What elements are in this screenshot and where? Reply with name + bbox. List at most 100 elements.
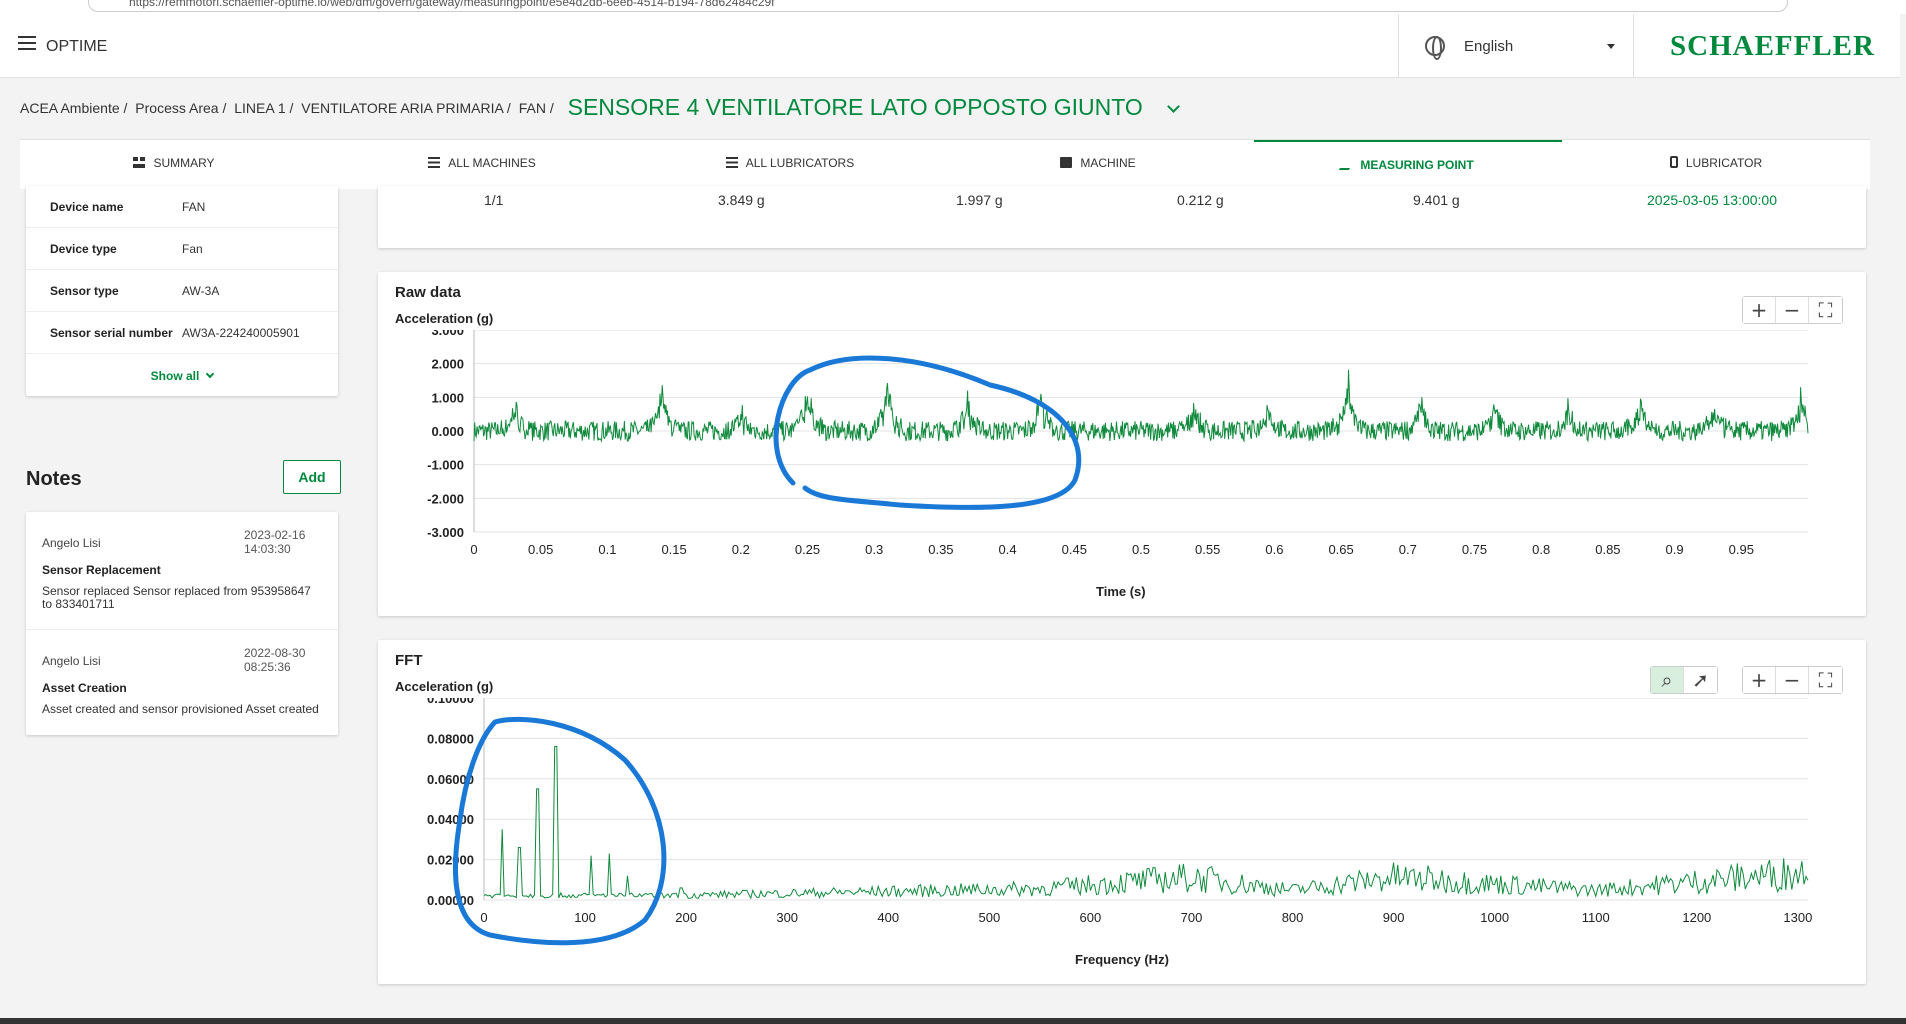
x-tick-label: 400 — [877, 910, 899, 925]
info-row: Device name FAN — [26, 186, 338, 228]
fullscreen-button[interactable]: ⛶ — [1809, 297, 1842, 323]
note-author: Angelo Lisi — [42, 536, 101, 550]
note-date: 2022-08-30 — [244, 646, 306, 660]
x-tick-label: 0.5 — [1132, 542, 1150, 557]
summary-card: 1/1 3.849 g 1.997 g 0.212 g 9.401 g 2025… — [378, 186, 1866, 248]
summary-value: 1.997 g — [956, 192, 1003, 208]
info-key: Device type — [50, 242, 117, 256]
chevron-down-icon — [206, 369, 215, 379]
breadcrumb-item[interactable]: Process Area / — [135, 100, 226, 116]
x-tick-label: 0.65 — [1328, 542, 1353, 557]
zoom-out-button[interactable]: − — [1776, 297, 1809, 323]
y-tick-label: 1.000 — [431, 390, 464, 405]
menu-icon[interactable] — [18, 36, 36, 50]
caret-down-icon — [1607, 44, 1615, 49]
x-tick-label: 800 — [1282, 910, 1304, 925]
x-tick-label: 0.9 — [1666, 542, 1684, 557]
summary-value: 1/1 — [484, 192, 504, 208]
x-tick-label: 200 — [675, 910, 697, 925]
note-item[interactable]: Angelo Lisi 2022-08-30 08:25:36 Asset Cre… — [26, 630, 338, 735]
tab-summary[interactable]: SUMMARY — [20, 140, 328, 190]
tab-lubricator[interactable]: LUBRICATOR — [1562, 140, 1870, 190]
x-tick-label: 0.95 — [1729, 542, 1754, 557]
y-tick-label: 0.08000 — [427, 731, 474, 746]
note-body: Asset created and sensor provisioned Ass… — [42, 702, 319, 716]
add-note-button[interactable]: Add — [283, 460, 341, 494]
x-axis-label: Frequency (Hz) — [1075, 952, 1169, 967]
zoom-in-button[interactable]: + — [1743, 667, 1776, 693]
breadcrumb-item[interactable]: VENTILATORE ARIA PRIMARIA / — [301, 100, 511, 116]
breadcrumb-item[interactable]: LINEA 1 / — [234, 100, 293, 116]
note-item[interactable]: Angelo Lisi 2023-02-16 14:03:30 Sensor Re… — [26, 512, 338, 630]
zoom-controls: + − ⛶ — [1742, 296, 1843, 324]
tab-all-machines[interactable]: ALL MACHINES — [328, 140, 636, 190]
tab-label: MEASURING POINT — [1360, 158, 1474, 172]
x-tick-label: 0.2 — [732, 542, 750, 557]
y-tick-label: 0.04000 — [427, 812, 474, 827]
taskbar-edge — [0, 1018, 1906, 1024]
note-timestamp: 2022-08-30 08:25:36 — [244, 646, 314, 674]
x-tick-label: 0.15 — [661, 542, 686, 557]
breadcrumb-item[interactable]: FAN / — [519, 100, 554, 116]
machine-icon — [1060, 157, 1073, 168]
note-author: Angelo Lisi — [42, 654, 101, 668]
y-axis-label: Acceleration (g) — [395, 679, 494, 694]
info-row: Sensor type AW-3A — [26, 270, 338, 312]
fullscreen-button[interactable]: ⛶ — [1809, 667, 1842, 693]
note-body: Sensor replaced Sensor replaced from 953… — [42, 584, 311, 611]
tab-label: SUMMARY — [153, 156, 215, 170]
device-info-card: Device name FAN Device type Fan Sensor typ… — [26, 186, 338, 396]
show-all-button[interactable]: Show all — [26, 369, 338, 383]
info-key: Device name — [50, 200, 124, 214]
fft-chart[interactable]: 0.10000 0.08000 0.06000 0.04000 0.02000 0.000… — [378, 698, 1866, 968]
y-tick-label: -3.000 — [427, 525, 464, 540]
list-icon — [428, 157, 441, 168]
browser-toolbar: https://remmotori.schaeffler-optime.io/w… — [0, 0, 1906, 14]
y-tick-label: -2.000 — [427, 491, 464, 506]
y-tick-label: 3.000 — [431, 330, 464, 338]
summary-value: 0.212 g — [1177, 192, 1224, 208]
x-tick-label: 0.7 — [1399, 542, 1417, 557]
pointer-button[interactable]: ➚ — [1684, 667, 1717, 693]
x-tick-label: 0 — [470, 542, 477, 557]
x-tick-label: 0.6 — [1265, 542, 1283, 557]
tab-machine[interactable]: MACHINE — [944, 140, 1252, 190]
raw-data-card: Raw data Acceleration (g) + − ⛶ 3.000 2.0… — [378, 272, 1866, 616]
x-tick-label: 100 — [574, 910, 596, 925]
notes-card: Angelo Lisi 2023-02-16 14:03:30 Sensor Re… — [26, 512, 338, 735]
globe-icon — [1425, 36, 1445, 60]
tab-all-lubricators[interactable]: ALL LUBRICATORS — [636, 140, 944, 190]
zoom-in-button[interactable]: + — [1743, 297, 1776, 323]
breadcrumb-item[interactable]: ACEA Ambiente / — [20, 100, 127, 116]
raw-data-chart[interactable]: 3.000 2.000 1.000 0.000 -1.000 -2.000 -3.000 0 0… — [378, 330, 1866, 600]
address-bar[interactable]: https://remmotori.schaeffler-optime.io/w… — [88, 0, 1788, 12]
language-selector[interactable]: English — [1398, 14, 1634, 78]
x-tick-label: 0.75 — [1462, 542, 1487, 557]
note-timestamp: 2023-02-16 14:03:30 — [244, 528, 314, 556]
chevron-down-icon[interactable] — [1166, 100, 1180, 113]
y-tick-label: 0.000 — [431, 424, 464, 439]
info-key: Sensor serial number — [50, 326, 173, 340]
language-label: English — [1464, 38, 1514, 55]
show-all-label: Show all — [150, 369, 200, 383]
x-tick-label: 0.35 — [928, 542, 953, 557]
x-tick-label: 0.3 — [865, 542, 883, 557]
x-tick-label: 600 — [1080, 910, 1102, 925]
fft-spectrum-series — [483, 746, 1809, 900]
brand-logo: SCHAEFFLER — [1670, 30, 1875, 62]
zoom-out-button[interactable]: − — [1776, 667, 1809, 693]
note-title: Sensor Replacement — [42, 563, 161, 577]
zoom-select-button[interactable]: ⌕ — [1651, 667, 1684, 693]
x-tick-label: 0.55 — [1195, 542, 1220, 557]
page-title: SENSORE 4 VENTILATORE LATO OPPOSTO GIUNT… — [567, 94, 1143, 120]
tab-label: ALL MACHINES — [448, 156, 536, 170]
note-date: 2023-02-16 — [244, 528, 306, 542]
tab-measuring-point[interactable]: MEASURING POINT — [1254, 140, 1562, 190]
x-tick-label: 0.05 — [528, 542, 553, 557]
x-tick-label: 1300 — [1783, 910, 1812, 925]
x-tick-label: 0.1 — [598, 542, 616, 557]
y-tick-label: 2.000 — [431, 357, 464, 372]
y-tick-label: 0.00000 — [427, 893, 474, 908]
summary-timestamp: 2025-03-05 13:00:00 — [1647, 192, 1777, 208]
note-time: 08:25:36 — [244, 660, 291, 674]
